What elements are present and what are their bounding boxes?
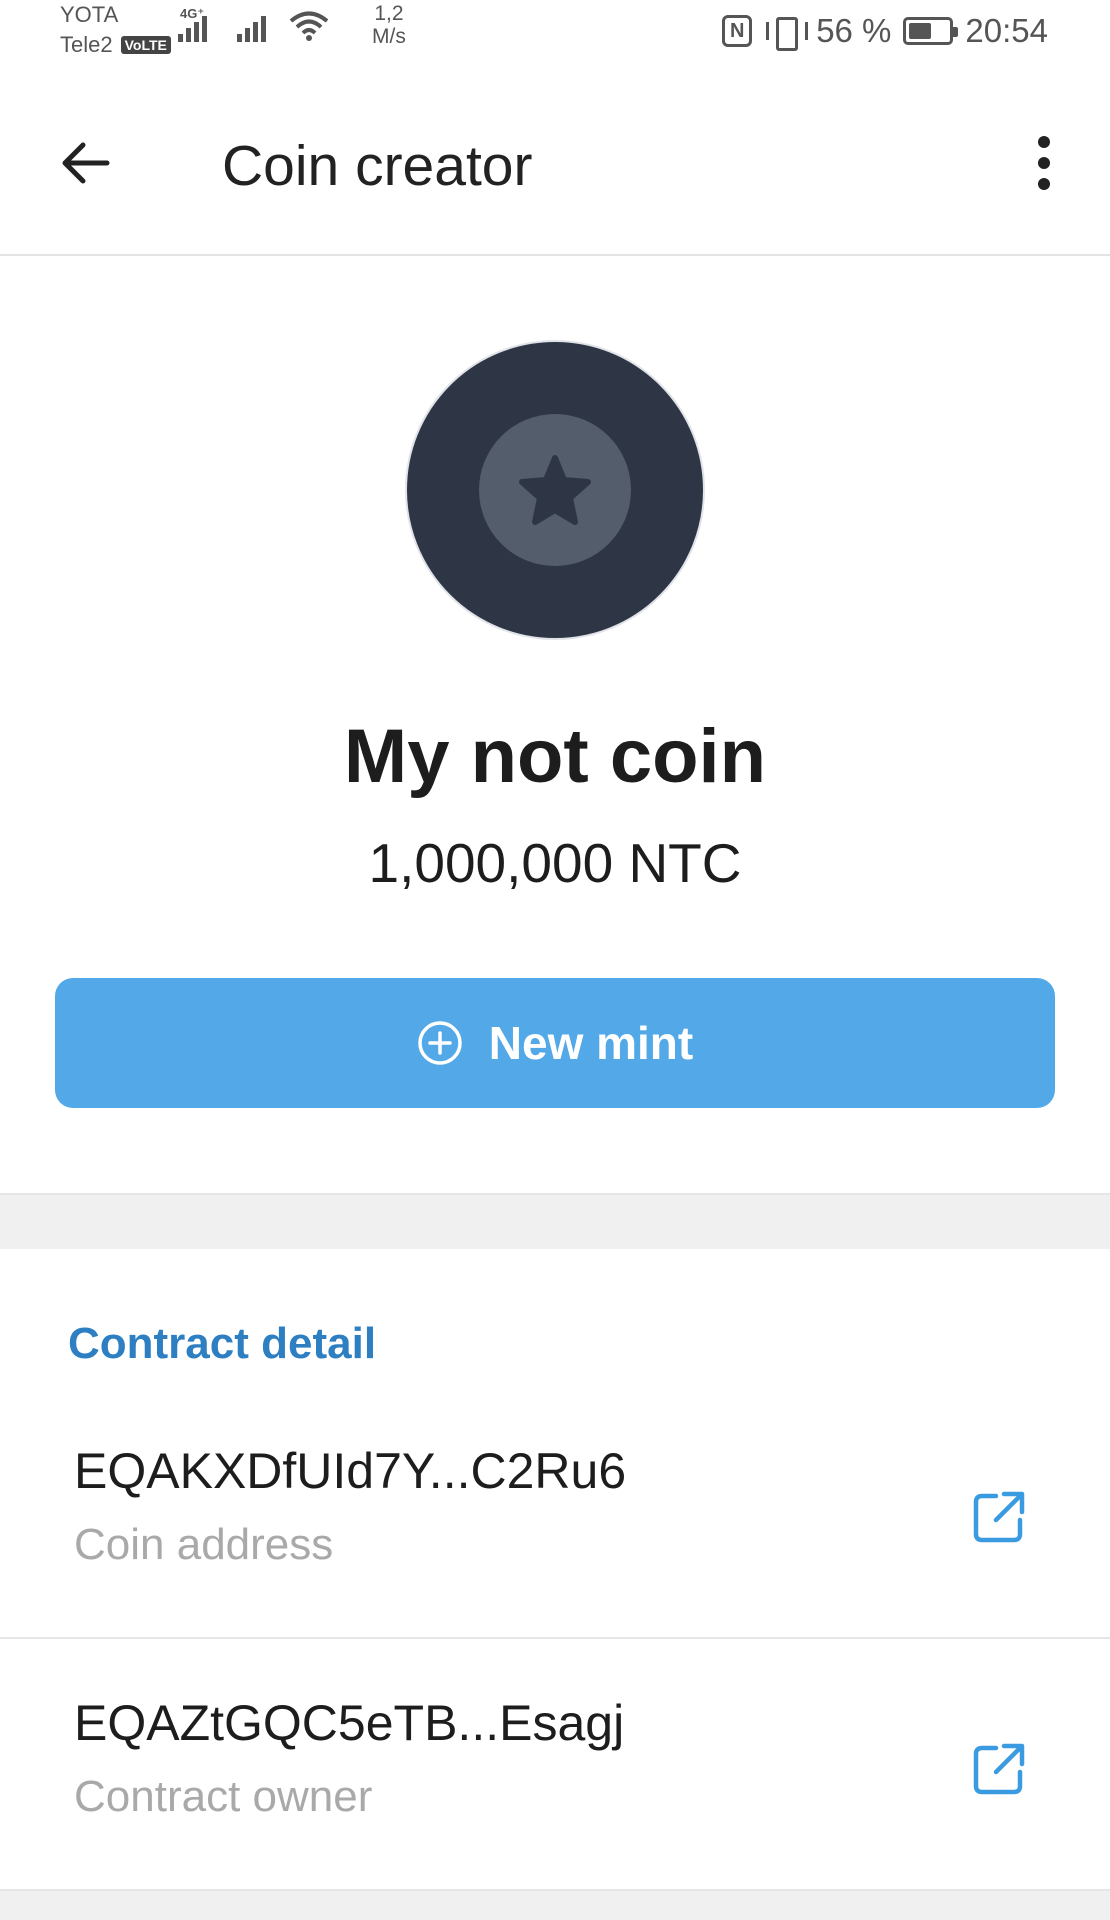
status-right: N 56 % 20:54 — [722, 12, 1048, 51]
plus-circle-icon — [418, 1021, 462, 1065]
app-bar: Coin creator — [0, 70, 1110, 256]
more-vertical-icon — [1038, 136, 1050, 148]
new-mint-button[interactable]: New mint — [55, 978, 1055, 1108]
star-icon — [519, 455, 591, 525]
battery-level — [909, 23, 931, 39]
carrier-2: Tele2 — [60, 32, 113, 57]
speed-unit: M/s — [372, 25, 406, 48]
signal-indicators — [178, 10, 330, 42]
coin-name: My not coin — [343, 714, 767, 799]
battery-percent: 56 % — [816, 12, 892, 49]
contract-detail-title: Contract detail — [68, 1319, 377, 1368]
wifi-icon — [289, 11, 329, 41]
clock: 20:54 — [965, 12, 1048, 49]
contract-detail-section: Contract detail EQAKXDfUId7Y...C2Ru6 Coi… — [0, 1249, 1110, 1889]
nfc-icon: N — [722, 15, 753, 47]
bottom-divider — [0, 1889, 1110, 1920]
coin-summary: My not coin 1,000,000 NTC New mint — [0, 258, 1110, 1193]
signal-strength-icon-2 — [237, 12, 266, 42]
carrier-info: YOTA Tele2 VoLTE — [60, 0, 171, 60]
network-speed: 1,2 M/s — [372, 2, 406, 48]
more-options-button[interactable] — [1014, 130, 1074, 196]
external-link-icon — [973, 1743, 1025, 1795]
vibrate-icon — [764, 15, 809, 51]
open-contract-owner-button[interactable] — [968, 1738, 1030, 1800]
page-title: Coin creator — [222, 134, 533, 198]
new-mint-label: New mint — [488, 1017, 694, 1069]
coin-address-label: Coin address — [74, 1520, 334, 1569]
coin-address-row[interactable]: EQAKXDfUId7Y...C2Ru6 Coin address — [0, 1389, 1110, 1639]
volte-badge: VoLTE — [120, 36, 171, 54]
carrier-1: YOTA — [60, 2, 119, 27]
open-coin-address-button[interactable] — [968, 1486, 1030, 1548]
back-button[interactable] — [52, 130, 118, 196]
arrow-left-icon — [62, 142, 110, 184]
status-bar: YOTA Tele2 VoLTE 4G⁺ 1,2 M/s N 56 % 20:5… — [0, 0, 1110, 70]
contract-owner-row[interactable]: EQAZtGQC5eTB...Esagj Contract owner — [0, 1641, 1110, 1891]
battery-icon — [903, 17, 959, 45]
section-divider — [0, 1193, 1110, 1249]
contract-owner-label: Contract owner — [74, 1772, 373, 1821]
coin-avatar-inner — [479, 414, 631, 566]
contract-owner-value: EQAZtGQC5eTB...Esagj — [74, 1695, 625, 1751]
signal-strength-icon-1 — [178, 12, 207, 42]
coin-supply: 1,000,000 NTC — [368, 832, 742, 894]
coin-avatar — [405, 340, 705, 640]
coin-address-value: EQAKXDfUId7Y...C2Ru6 — [74, 1443, 627, 1499]
external-link-icon — [973, 1491, 1025, 1543]
speed-value: 1,2 — [374, 2, 404, 25]
